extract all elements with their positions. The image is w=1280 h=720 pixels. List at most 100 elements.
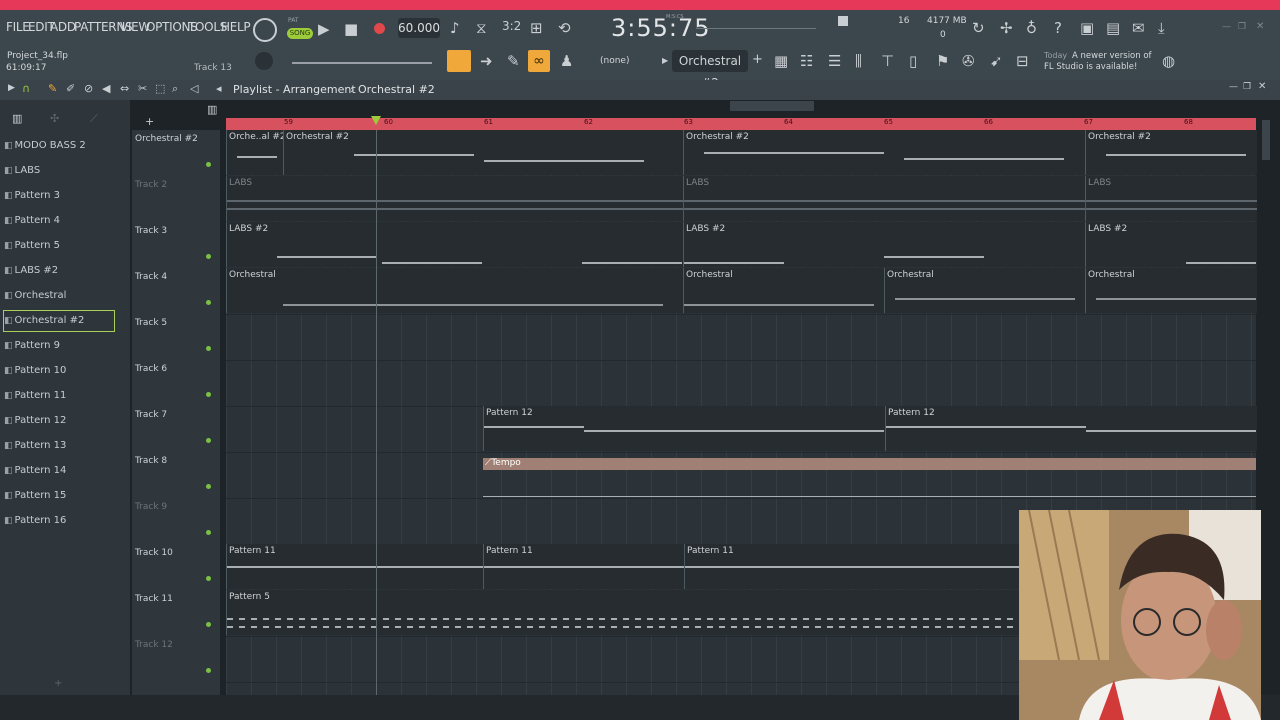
metronome-icon[interactable]: ♪ [450, 19, 460, 37]
shop-icon[interactable]: ⊟ [1016, 52, 1029, 70]
pattern-item[interactable]: ◧ LABS [4, 161, 114, 181]
audio-clip-icon[interactable]: ✣ [50, 112, 59, 125]
pattern-clip[interactable]: Pattern 11 [226, 544, 484, 589]
track-header[interactable]: Track 9 [132, 498, 220, 544]
track-header[interactable]: Track 7 [132, 406, 220, 452]
pattern-item[interactable]: ◧ Pattern 13 [4, 436, 114, 456]
master-pitch-slider[interactable] [292, 62, 432, 64]
track-header[interactable]: Track 11 [132, 590, 220, 636]
pattern-clip[interactable]: LABS #2 [683, 222, 1086, 267]
vertical-scrollbar[interactable] [1262, 120, 1270, 160]
pattern-clip[interactable]: Orchestral [683, 268, 885, 313]
globe-icon[interactable]: ◍ [1162, 52, 1175, 70]
pattern-item[interactable]: ◧ LABS #2 [4, 261, 114, 281]
playlist-view-button[interactable] [447, 50, 471, 72]
step-edit-icon[interactable]: ⊞ [530, 19, 543, 37]
playlist-maximize-icon[interactable]: ❐ [1243, 82, 1251, 92]
pattern-clip-muted[interactable]: LABS [1085, 176, 1257, 221]
track-header[interactable]: Track 8 [132, 452, 220, 498]
add-pattern-plus-icon[interactable]: + [54, 678, 62, 689]
pattern-clip[interactable]: Orchestral [1085, 268, 1257, 313]
tempo-display[interactable]: 60.000 [398, 18, 440, 38]
link-icon[interactable]: ∞ [528, 50, 550, 72]
pattern-clip[interactable]: Pattern 11 [483, 544, 685, 589]
pattern-item[interactable]: ◧ Pattern 3 [4, 186, 114, 206]
pattern-clip[interactable]: Orche..al #2 [226, 130, 284, 175]
pattern-item[interactable]: ◧ Pattern 11 [4, 386, 114, 406]
track-enable-led[interactable] [206, 392, 211, 397]
track-lane[interactable]: LABS LABS LABS [226, 176, 1257, 223]
pattern-item[interactable]: ◧ Orchestral [4, 286, 114, 306]
playlist-minimize-icon[interactable]: — [1229, 82, 1238, 92]
track-enable-led[interactable] [206, 668, 211, 673]
pattern-item[interactable]: ◧ Pattern 10 [4, 361, 114, 381]
magnet-icon[interactable]: ∩ [22, 82, 30, 95]
refresh-icon[interactable]: ↻ [972, 19, 985, 37]
slice-icon[interactable]: ✂ [138, 82, 147, 95]
track-lane[interactable] [226, 314, 1256, 361]
piano-icon[interactable]: ▥ [12, 112, 22, 125]
track-enable-led[interactable] [206, 162, 211, 167]
track-header[interactable]: Track 12 [132, 636, 220, 682]
restore-window-icon[interactable]: ❐ [1238, 22, 1246, 32]
pat-mode-label[interactable]: PAT [288, 17, 299, 24]
pattern-clip[interactable]: Orchestral [226, 268, 684, 313]
track-enable-led[interactable] [206, 346, 211, 351]
pattern-item[interactable]: ◧ Pattern 4 [4, 211, 114, 231]
playlist-icon[interactable]: ▦ [774, 52, 788, 70]
record-icon[interactable] [374, 23, 385, 34]
track-header[interactable]: Track 10 [132, 544, 220, 590]
pattern-prev-icon[interactable]: ▶ [662, 56, 668, 65]
track-lane[interactable]: LABS #2 LABS #2 LABS #2 [226, 222, 1257, 269]
timeline-ruler[interactable]: 59 60 61 62 63 64 65 66 67 68 [226, 116, 1256, 130]
master-volume-knob[interactable] [253, 18, 277, 42]
pattern-clip[interactable]: LABS #2 [1085, 222, 1257, 267]
stop-icon[interactable]: ■ [344, 20, 358, 38]
song-mode-toggle[interactable]: SONG [287, 28, 313, 39]
track-enable-led[interactable] [206, 254, 211, 259]
pattern-item[interactable]: ◧ Pattern 9 [4, 336, 114, 356]
wait-icon[interactable]: ⧖ [476, 19, 487, 37]
pattern-clip[interactable]: Pattern 11 [684, 544, 1020, 589]
add-track-icon[interactable]: + [145, 115, 154, 128]
chat-icon[interactable]: ✉ [1132, 19, 1145, 37]
track-header[interactable]: Track 5 [132, 314, 220, 360]
menu-add[interactable]: ADD [50, 20, 76, 34]
pattern-clip-muted[interactable]: LABS [683, 176, 1086, 221]
save-icon[interactable]: ▣ [1080, 19, 1094, 37]
tools-icon[interactable]: ✇ [962, 52, 975, 70]
pattern-item[interactable]: ◧ Pattern 14 [4, 461, 114, 481]
pattern-item[interactable]: ◧ MODO BASS 2 [4, 136, 114, 156]
slip-icon[interactable]: ⇔ [120, 82, 129, 95]
track-lane[interactable] [226, 360, 1256, 407]
add-pattern-icon[interactable]: + [752, 52, 763, 67]
pattern-clip[interactable]: Orchestral #2 [283, 130, 684, 175]
track-header[interactable]: Track 3 [132, 222, 220, 268]
playhead-marker[interactable] [371, 116, 381, 125]
track-enable-led[interactable] [206, 300, 211, 305]
play-icon[interactable]: ▶ [318, 20, 330, 38]
file-icon[interactable]: ▯ [909, 52, 917, 70]
pitch-knob[interactable] [255, 52, 273, 70]
marker-icon[interactable]: ➹ [990, 52, 1003, 70]
menu-file[interactable]: FILE [6, 20, 30, 34]
horizontal-scrollbar[interactable] [730, 101, 814, 111]
track-enable-led[interactable] [206, 576, 211, 581]
pattern-item[interactable]: ◧ Pattern 16 [4, 511, 114, 531]
pencil-icon[interactable]: ✎ [48, 82, 57, 95]
track-lane[interactable]: Pattern 12 Pattern 12 [226, 406, 1257, 453]
track-lane[interactable]: Orche..al #2 Orchestral #2 Orchestral #2… [226, 130, 1257, 177]
pattern-clip[interactable]: Orchestral #2 [683, 130, 1086, 175]
select-icon[interactable]: ⬚ [155, 82, 165, 95]
menu-help[interactable]: HELP [221, 20, 251, 34]
track-header[interactable]: Track 4 [132, 268, 220, 314]
pattern-item[interactable]: ◧ Pattern 12 [4, 411, 114, 431]
mute-icon[interactable]: ◀ [102, 82, 110, 95]
zoom-icon[interactable]: ⌕ [172, 82, 178, 96]
track-lane[interactable]: ⟋Tempo [226, 452, 1256, 499]
pattern-clip-muted[interactable]: LABS [226, 176, 684, 221]
track-header[interactable]: Track 2 [132, 176, 220, 222]
speaker-icon[interactable]: ◂ [216, 82, 222, 95]
pattern-clip[interactable]: Orchestral #2 [1085, 130, 1257, 175]
pattern-item[interactable]: ◧ Pattern 5 [4, 236, 114, 256]
